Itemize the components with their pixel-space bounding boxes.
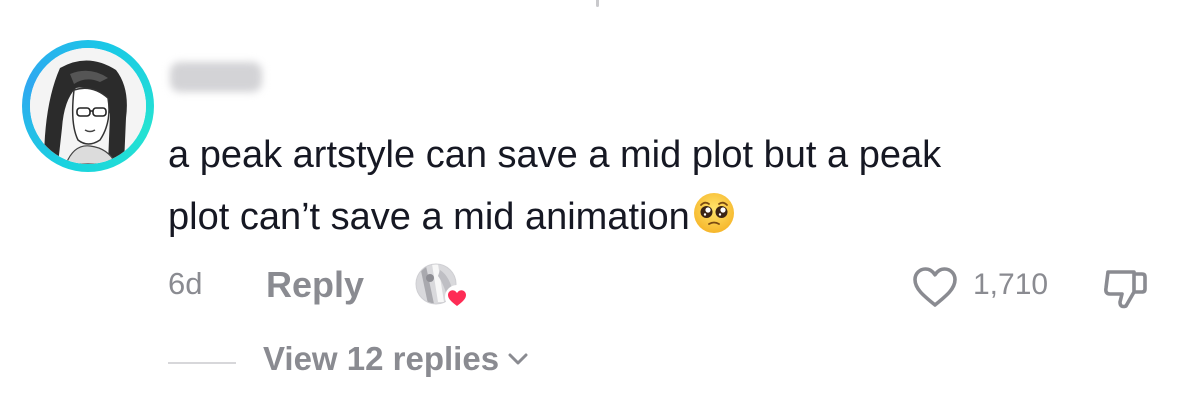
view-replies-label: View 12 replies	[263, 340, 500, 377]
thumbs-down-icon	[1104, 270, 1147, 309]
like-count: 1,710	[973, 268, 1049, 301]
author-username-redacted[interactable]	[170, 62, 262, 92]
comment-text-line2: plot can’t save a mid animation	[168, 196, 690, 238]
comment-text: a peak artstyle can save a mid plot but …	[168, 124, 1168, 254]
heart-outline-icon	[913, 267, 957, 307]
author-avatar[interactable]	[30, 48, 146, 164]
replies-divider	[168, 362, 236, 364]
like-heart-button[interactable]	[910, 264, 960, 310]
reply-button[interactable]: Reply	[266, 264, 364, 306]
author-avatar-ring[interactable]	[22, 40, 154, 172]
sheet-drag-indicator	[596, 0, 599, 7]
user-avatar-drawing-icon	[30, 48, 146, 164]
chevron-down-icon	[508, 353, 528, 365]
comment-timestamp: 6d	[168, 266, 203, 301]
view-replies-button[interactable]: View 12 replies	[263, 340, 529, 378]
comment-text-line1: a peak artstyle can save a mid plot but …	[168, 134, 942, 176]
creator-liked-heart-icon	[415, 263, 469, 309]
creator-liked-indicator	[414, 262, 470, 312]
dislike-button[interactable]	[1098, 266, 1152, 312]
pleading-face-emoji-icon	[692, 191, 736, 254]
